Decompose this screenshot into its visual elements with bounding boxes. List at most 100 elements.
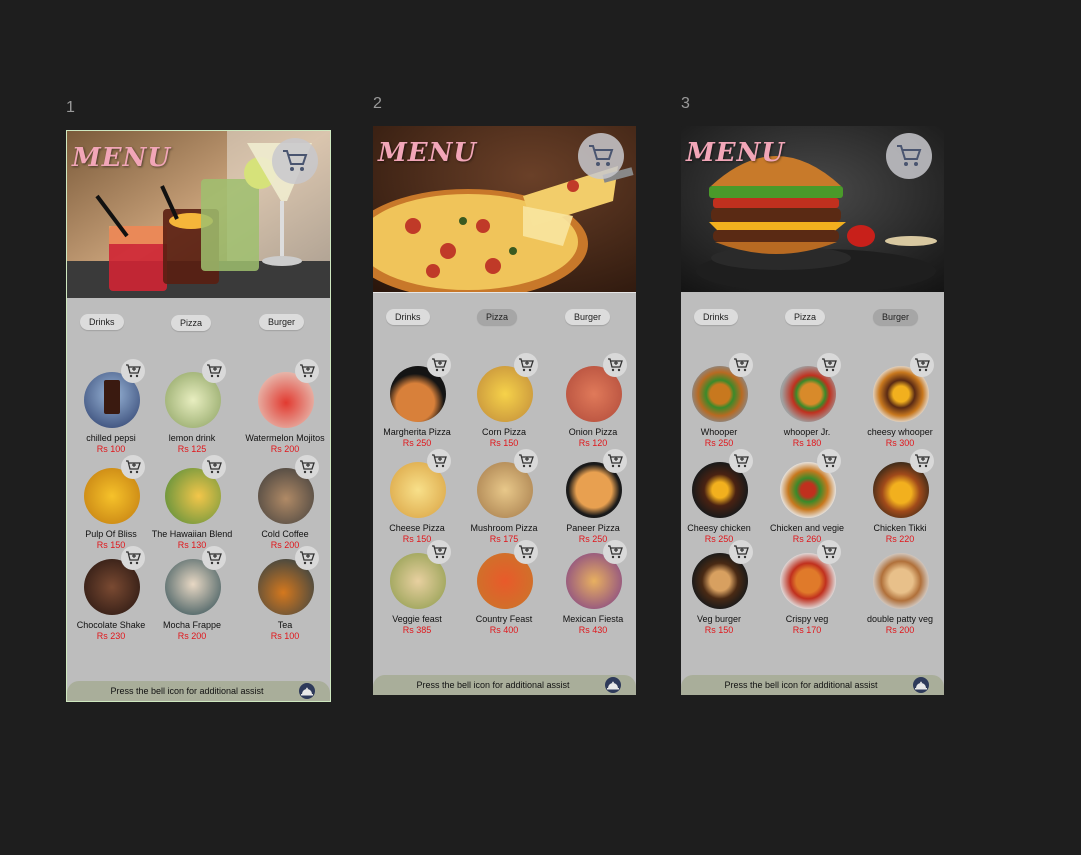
- add-to-cart-button[interactable]: [603, 449, 627, 473]
- assist-text: Press the bell icon for additional assis…: [724, 680, 878, 690]
- add-to-cart-button[interactable]: [910, 449, 934, 473]
- add-to-cart-icon: [915, 358, 930, 372]
- add-to-cart-button[interactable]: [817, 353, 841, 377]
- add-to-cart-icon: [608, 358, 623, 372]
- item-price: Rs 130: [177, 540, 207, 550]
- add-to-cart-button[interactable]: [202, 455, 226, 479]
- add-to-cart-button[interactable]: [121, 455, 145, 479]
- add-to-cart-icon: [300, 460, 315, 474]
- add-to-cart-icon: [734, 454, 749, 468]
- item-name: Cold Coffee: [261, 529, 309, 539]
- tab-pizza[interactable]: Pizza: [785, 309, 826, 325]
- add-to-cart-icon: [126, 551, 141, 565]
- item-price: Rs 200: [885, 625, 915, 635]
- add-to-cart-icon: [734, 545, 749, 559]
- pizza-screen: MENU Drinks Pizza Burger Margherita Pizz…: [373, 126, 636, 695]
- item-name: Watermelon Mojitos: [245, 433, 325, 443]
- cart-button[interactable]: [578, 133, 624, 179]
- cart-icon: [897, 145, 922, 166]
- add-to-cart-button[interactable]: [427, 353, 451, 377]
- add-to-cart-button[interactable]: [729, 449, 753, 473]
- item-name: Corn Pizza: [481, 427, 526, 437]
- item-image: [873, 553, 929, 609]
- frame-number: 2: [373, 95, 382, 112]
- add-to-cart-icon: [207, 551, 222, 565]
- item-name: whooper Jr.: [783, 427, 831, 437]
- add-to-cart-button[interactable]: [514, 449, 538, 473]
- hero-image-pizza: MENU: [373, 126, 636, 292]
- add-to-cart-button[interactable]: [202, 546, 226, 570]
- bell-icon[interactable]: [604, 677, 622, 693]
- item-name: Cheesy chicken: [687, 523, 751, 533]
- drinks-screen: MENU Drinks Pizza Burger chilled pepsi R…: [66, 130, 331, 702]
- cart-icon: [589, 145, 614, 166]
- bell-icon[interactable]: [298, 683, 316, 699]
- item-price: Rs 260: [792, 534, 822, 544]
- item-price: Rs 200: [177, 631, 207, 641]
- item-name: Margherita Pizza: [383, 427, 451, 437]
- add-to-cart-button[interactable]: [817, 540, 841, 564]
- add-to-cart-button[interactable]: [514, 540, 538, 564]
- add-to-cart-button[interactable]: [910, 353, 934, 377]
- cart-button[interactable]: [272, 138, 318, 184]
- add-to-cart-icon: [300, 364, 315, 378]
- assist-footer: Press the bell icon for additional assis…: [67, 681, 330, 701]
- item-name: Veggie feast: [392, 614, 442, 624]
- add-to-cart-icon: [519, 454, 534, 468]
- item-name: lemon drink: [168, 433, 216, 443]
- tab-pizza[interactable]: Pizza: [171, 315, 212, 331]
- add-to-cart-button[interactable]: [202, 359, 226, 383]
- tab-burger[interactable]: Burger: [565, 309, 611, 325]
- add-to-cart-button[interactable]: [427, 540, 451, 564]
- add-to-cart-icon: [822, 545, 837, 559]
- add-to-cart-button[interactable]: [121, 359, 145, 383]
- item-price: Rs 250: [704, 534, 734, 544]
- item-name: The Hawaiian Blend: [151, 529, 233, 539]
- add-to-cart-button[interactable]: [729, 353, 753, 377]
- add-to-cart-icon: [300, 551, 315, 565]
- item-price: Rs 150: [489, 438, 519, 448]
- add-to-cart-icon: [822, 358, 837, 372]
- add-to-cart-icon: [432, 454, 447, 468]
- item-price: Rs 300: [885, 438, 915, 448]
- item-price: Rs 170: [792, 625, 822, 635]
- add-to-cart-button[interactable]: [121, 546, 145, 570]
- item-name: cheesy whooper: [867, 427, 933, 437]
- add-to-cart-button[interactable]: [295, 359, 319, 383]
- tab-drinks[interactable]: Drinks: [694, 309, 738, 325]
- item-price: Rs 400: [489, 625, 519, 635]
- add-to-cart-button[interactable]: [603, 540, 627, 564]
- add-to-cart-icon: [207, 460, 222, 474]
- item-price: Rs 175: [489, 534, 519, 544]
- bell-icon[interactable]: [912, 677, 930, 693]
- add-to-cart-button[interactable]: [427, 449, 451, 473]
- add-to-cart-icon: [519, 358, 534, 372]
- add-to-cart-button[interactable]: [295, 546, 319, 570]
- tab-drinks[interactable]: Drinks: [80, 314, 124, 330]
- add-to-cart-button[interactable]: [295, 455, 319, 479]
- cart-button[interactable]: [886, 133, 932, 179]
- tab-drinks[interactable]: Drinks: [386, 309, 430, 325]
- add-to-cart-button[interactable]: [603, 353, 627, 377]
- item-price: Rs 150: [704, 625, 734, 635]
- hero-image-burger: MENU: [681, 126, 944, 292]
- item-name: Chicken Tikki: [873, 523, 927, 533]
- burger-screen: MENU Drinks Pizza Burger Whooper Rs 250 …: [681, 126, 944, 695]
- item-name: Chicken and vegie: [769, 523, 845, 533]
- assist-text: Press the bell icon for additional assis…: [110, 686, 264, 696]
- item-name: Cheese Pizza: [389, 523, 445, 533]
- add-to-cart-button[interactable]: [817, 449, 841, 473]
- item-price: Rs 100: [270, 631, 300, 641]
- item-price: Rs 430: [578, 625, 608, 635]
- item-name: Mexican Fiesta: [562, 614, 624, 624]
- add-to-cart-icon: [608, 454, 623, 468]
- tab-burger[interactable]: Burger: [259, 314, 305, 330]
- item-name: Paneer Pizza: [566, 523, 620, 533]
- tab-burger[interactable]: Burger: [873, 309, 919, 325]
- add-to-cart-button[interactable]: [729, 540, 753, 564]
- item-name: Mushroom Pizza: [470, 523, 538, 533]
- add-to-cart-icon: [915, 454, 930, 468]
- tab-pizza[interactable]: Pizza: [477, 309, 518, 325]
- item-name: Whooper: [700, 427, 738, 437]
- add-to-cart-button[interactable]: [514, 353, 538, 377]
